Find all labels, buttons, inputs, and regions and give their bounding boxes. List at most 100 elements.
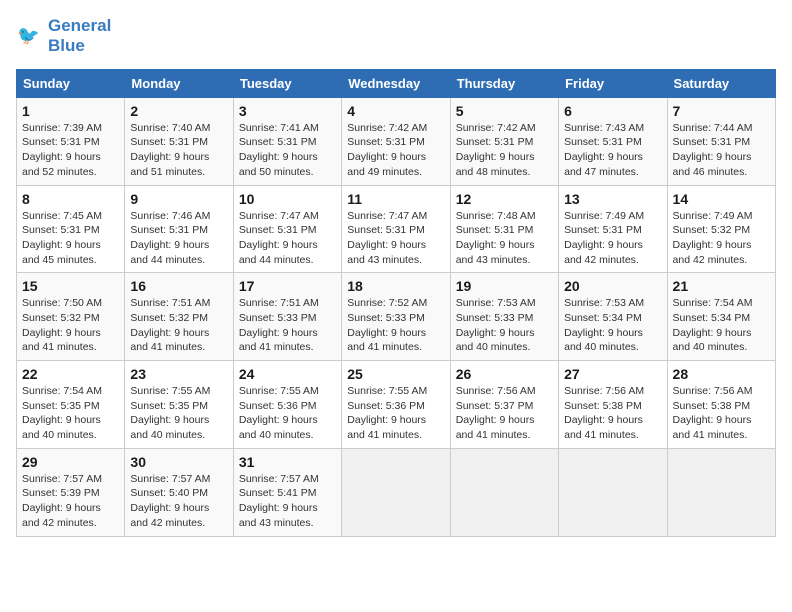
day-number: 11 [347, 191, 444, 207]
calendar-cell: 17 Sunrise: 7:51 AM Sunset: 5:33 PM Dayli… [233, 273, 341, 361]
header-day-monday: Monday [125, 69, 233, 97]
day-info: Sunrise: 7:51 AM Sunset: 5:32 PM Dayligh… [130, 296, 227, 355]
day-number: 31 [239, 454, 336, 470]
day-number: 23 [130, 366, 227, 382]
day-number: 13 [564, 191, 661, 207]
day-number: 16 [130, 278, 227, 294]
calendar-cell: 5 Sunrise: 7:42 AM Sunset: 5:31 PM Daylig… [450, 97, 558, 185]
calendar-cell: 10 Sunrise: 7:47 AM Sunset: 5:31 PM Dayli… [233, 185, 341, 273]
day-number: 14 [673, 191, 770, 207]
day-number: 20 [564, 278, 661, 294]
header-day-tuesday: Tuesday [233, 69, 341, 97]
day-number: 26 [456, 366, 553, 382]
day-number: 3 [239, 103, 336, 119]
day-info: Sunrise: 7:55 AM Sunset: 5:36 PM Dayligh… [347, 384, 444, 443]
day-number: 15 [22, 278, 119, 294]
day-number: 4 [347, 103, 444, 119]
day-info: Sunrise: 7:43 AM Sunset: 5:31 PM Dayligh… [564, 121, 661, 180]
header-day-wednesday: Wednesday [342, 69, 450, 97]
calendar-cell: 15 Sunrise: 7:50 AM Sunset: 5:32 PM Dayli… [17, 273, 125, 361]
calendar-week-row: 15 Sunrise: 7:50 AM Sunset: 5:32 PM Dayli… [17, 273, 776, 361]
day-info: Sunrise: 7:54 AM Sunset: 5:35 PM Dayligh… [22, 384, 119, 443]
header-day-saturday: Saturday [667, 69, 775, 97]
calendar-week-row: 1Sunrise: 7:39 AM Sunset: 5:31 PM Daylig… [17, 97, 776, 185]
day-info: Sunrise: 7:56 AM Sunset: 5:37 PM Dayligh… [456, 384, 553, 443]
day-info: Sunrise: 7:51 AM Sunset: 5:33 PM Dayligh… [239, 296, 336, 355]
calendar-cell: 20 Sunrise: 7:53 AM Sunset: 5:34 PM Dayli… [559, 273, 667, 361]
calendar-cell: 22 Sunrise: 7:54 AM Sunset: 5:35 PM Dayli… [17, 361, 125, 449]
day-number: 5 [456, 103, 553, 119]
calendar-cell: 24 Sunrise: 7:55 AM Sunset: 5:36 PM Dayli… [233, 361, 341, 449]
calendar-header-row: SundayMondayTuesdayWednesdayThursdayFrid… [17, 69, 776, 97]
calendar-cell: 19Sunrise: 7:53 AM Sunset: 5:33 PM Dayli… [450, 273, 558, 361]
calendar-week-row: 8Sunrise: 7:45 AM Sunset: 5:31 PM Daylig… [17, 185, 776, 273]
calendar-week-row: 22 Sunrise: 7:54 AM Sunset: 5:35 PM Dayli… [17, 361, 776, 449]
day-info: Sunrise: 7:41 AM Sunset: 5:31 PM Dayligh… [239, 121, 336, 180]
header: 🐦 General Blue [16, 16, 776, 57]
day-number: 27 [564, 366, 661, 382]
calendar-cell: 6 Sunrise: 7:43 AM Sunset: 5:31 PM Daylig… [559, 97, 667, 185]
calendar-cell: 13 Sunrise: 7:49 AM Sunset: 5:31 PM Dayli… [559, 185, 667, 273]
day-info: Sunrise: 7:50 AM Sunset: 5:32 PM Dayligh… [22, 296, 119, 355]
calendar-cell: 21 Sunrise: 7:54 AM Sunset: 5:34 PM Dayli… [667, 273, 775, 361]
calendar-cell [450, 448, 558, 536]
calendar-cell: 4 Sunrise: 7:42 AM Sunset: 5:31 PM Daylig… [342, 97, 450, 185]
day-info: Sunrise: 7:48 AM Sunset: 5:31 PM Dayligh… [456, 209, 553, 268]
header-day-friday: Friday [559, 69, 667, 97]
day-info: Sunrise: 7:57 AM Sunset: 5:39 PM Dayligh… [22, 472, 119, 531]
calendar-cell: 11 Sunrise: 7:47 AM Sunset: 5:31 PM Dayli… [342, 185, 450, 273]
day-info: Sunrise: 7:40 AM Sunset: 5:31 PM Dayligh… [130, 121, 227, 180]
calendar-week-row: 29 Sunrise: 7:57 AM Sunset: 5:39 PM Dayli… [17, 448, 776, 536]
day-info: Sunrise: 7:49 AM Sunset: 5:31 PM Dayligh… [564, 209, 661, 268]
calendar-cell [667, 448, 775, 536]
day-info: Sunrise: 7:52 AM Sunset: 5:33 PM Dayligh… [347, 296, 444, 355]
day-number: 9 [130, 191, 227, 207]
day-info: Sunrise: 7:55 AM Sunset: 5:36 PM Dayligh… [239, 384, 336, 443]
header-day-sunday: Sunday [17, 69, 125, 97]
day-number: 1 [22, 103, 119, 119]
day-number: 25 [347, 366, 444, 382]
day-info: Sunrise: 7:46 AM Sunset: 5:31 PM Dayligh… [130, 209, 227, 268]
calendar-cell: 8Sunrise: 7:45 AM Sunset: 5:31 PM Daylig… [17, 185, 125, 273]
logo-text: General Blue [48, 16, 111, 57]
day-number: 21 [673, 278, 770, 294]
day-number: 6 [564, 103, 661, 119]
calendar-cell: 14Sunrise: 7:49 AM Sunset: 5:32 PM Dayli… [667, 185, 775, 273]
day-number: 22 [22, 366, 119, 382]
logo: 🐦 General Blue [16, 16, 111, 57]
day-info: Sunrise: 7:56 AM Sunset: 5:38 PM Dayligh… [564, 384, 661, 443]
day-number: 2 [130, 103, 227, 119]
day-number: 24 [239, 366, 336, 382]
day-info: Sunrise: 7:53 AM Sunset: 5:33 PM Dayligh… [456, 296, 553, 355]
logo-bird-icon: 🐦 [16, 22, 44, 50]
day-info: Sunrise: 7:47 AM Sunset: 5:31 PM Dayligh… [239, 209, 336, 268]
day-number: 7 [673, 103, 770, 119]
calendar-cell: 23 Sunrise: 7:55 AM Sunset: 5:35 PM Dayli… [125, 361, 233, 449]
calendar-cell: 16 Sunrise: 7:51 AM Sunset: 5:32 PM Dayli… [125, 273, 233, 361]
calendar-cell [342, 448, 450, 536]
day-number: 8 [22, 191, 119, 207]
day-number: 17 [239, 278, 336, 294]
day-number: 18 [347, 278, 444, 294]
calendar-cell: 3 Sunrise: 7:41 AM Sunset: 5:31 PM Daylig… [233, 97, 341, 185]
day-info: Sunrise: 7:53 AM Sunset: 5:34 PM Dayligh… [564, 296, 661, 355]
day-info: Sunrise: 7:47 AM Sunset: 5:31 PM Dayligh… [347, 209, 444, 268]
calendar-cell: 9 Sunrise: 7:46 AM Sunset: 5:31 PM Daylig… [125, 185, 233, 273]
svg-text:🐦: 🐦 [17, 26, 40, 46]
day-info: Sunrise: 7:44 AM Sunset: 5:31 PM Dayligh… [673, 121, 770, 180]
calendar-cell: 1Sunrise: 7:39 AM Sunset: 5:31 PM Daylig… [17, 97, 125, 185]
day-number: 30 [130, 454, 227, 470]
day-number: 29 [22, 454, 119, 470]
day-number: 10 [239, 191, 336, 207]
day-info: Sunrise: 7:57 AM Sunset: 5:40 PM Dayligh… [130, 472, 227, 531]
day-info: Sunrise: 7:42 AM Sunset: 5:31 PM Dayligh… [456, 121, 553, 180]
day-info: Sunrise: 7:42 AM Sunset: 5:31 PM Dayligh… [347, 121, 444, 180]
day-info: Sunrise: 7:55 AM Sunset: 5:35 PM Dayligh… [130, 384, 227, 443]
calendar-cell: 18 Sunrise: 7:52 AM Sunset: 5:33 PM Dayli… [342, 273, 450, 361]
day-info: Sunrise: 7:54 AM Sunset: 5:34 PM Dayligh… [673, 296, 770, 355]
calendar-cell: 7 Sunrise: 7:44 AM Sunset: 5:31 PM Daylig… [667, 97, 775, 185]
calendar-cell: 31 Sunrise: 7:57 AM Sunset: 5:41 PM Dayli… [233, 448, 341, 536]
day-info: Sunrise: 7:56 AM Sunset: 5:38 PM Dayligh… [673, 384, 770, 443]
day-info: Sunrise: 7:57 AM Sunset: 5:41 PM Dayligh… [239, 472, 336, 531]
calendar-cell: 29 Sunrise: 7:57 AM Sunset: 5:39 PM Dayli… [17, 448, 125, 536]
